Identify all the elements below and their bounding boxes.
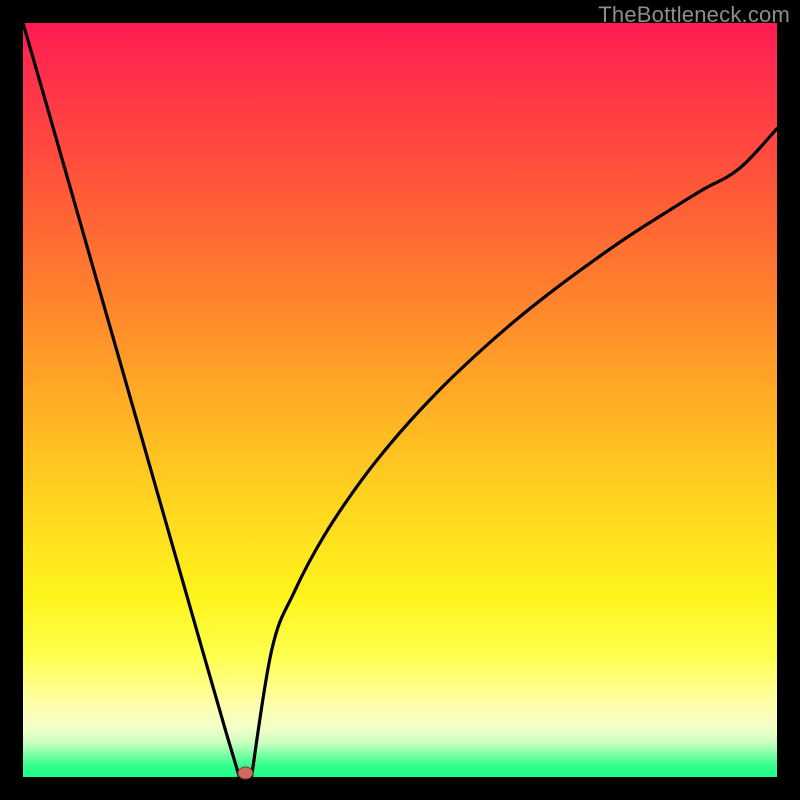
chart-frame: TheBottleneck.com bbox=[0, 0, 800, 800]
watermark-text: TheBottleneck.com bbox=[598, 2, 790, 28]
chart-plot-area bbox=[23, 23, 777, 777]
minimum-marker bbox=[238, 767, 253, 779]
chart-curve-layer bbox=[23, 23, 777, 777]
bottleneck-curve bbox=[23, 23, 777, 777]
